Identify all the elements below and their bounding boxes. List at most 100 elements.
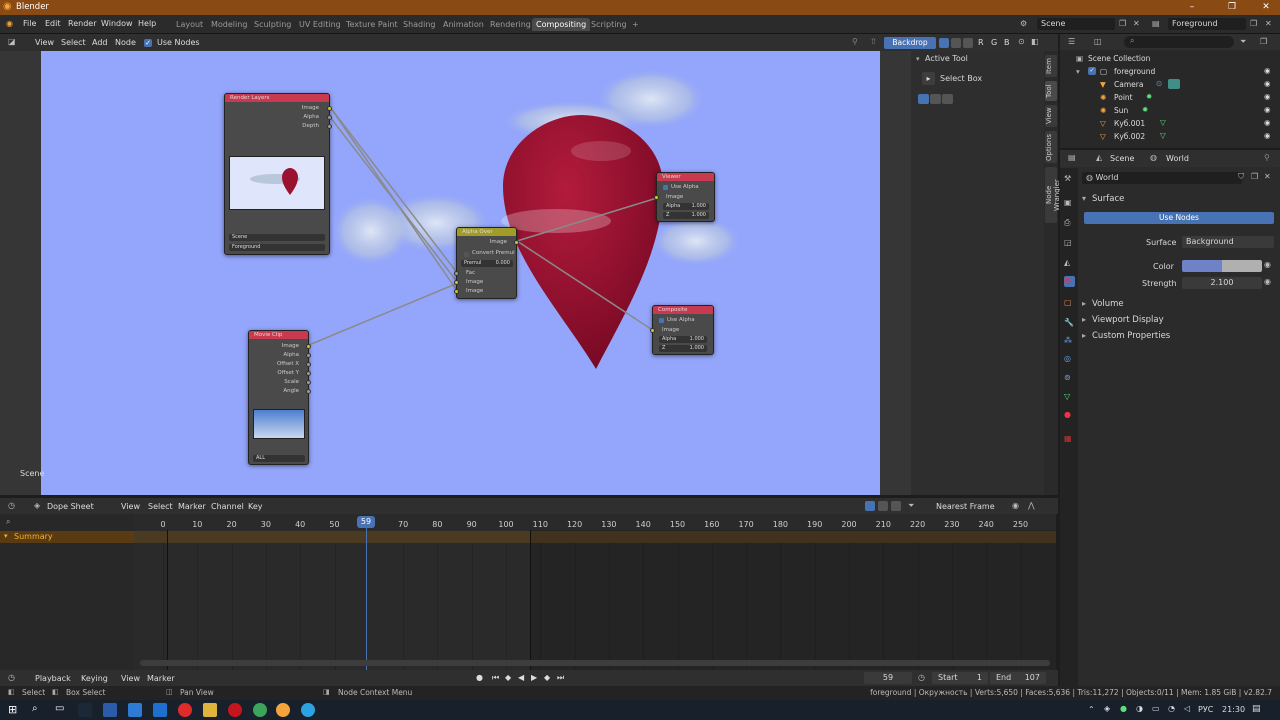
show-hidden-icon[interactable] [878,501,888,511]
input-image-1-socket[interactable] [454,280,459,285]
pin-icon[interactable]: ⚲ [852,37,858,46]
output-tab-icon[interactable]: ⎙ [1064,218,1075,229]
tab-animation[interactable]: Animation [439,18,488,31]
visibility-eye-icon[interactable]: ◉ [1264,66,1271,75]
viewer-alpha-field[interactable]: Alpha 1.000 [663,203,709,210]
constraints-tab-icon[interactable]: ⊚ [1064,373,1075,384]
viewer-input-image-socket[interactable] [654,195,659,200]
add-workspace-button[interactable]: + [628,18,643,31]
editor-type-icon[interactable]: ◪ [8,37,16,46]
surface-shader-selector[interactable]: Background [1182,236,1274,248]
viewer-node[interactable]: Viewer Use Alpha Image Alpha 1.000 Z 1.0… [654,172,715,222]
viewer-z-field[interactable]: Z 1.000 [663,212,709,219]
timeline-menu-playback[interactable]: Playback [35,674,71,683]
input-fac-socket[interactable] [454,271,459,276]
channel-search-icon[interactable]: ⌕ [6,517,10,527]
surface-section-header[interactable]: Surface [1092,194,1124,204]
scene-selector[interactable]: Scene [1037,18,1115,30]
store-icon[interactable] [128,703,142,717]
mail-icon[interactable] [153,703,167,717]
scene-tab-icon[interactable]: ◭ [1064,258,1075,269]
playhead-line[interactable] [366,521,367,670]
exclude-checkbox[interactable]: ✓ [1088,67,1096,75]
expand-arrow-icon[interactable]: ▸ [1082,331,1086,340]
visibility-eye-icon[interactable]: ◉ [1264,131,1271,140]
input-image-2-socket[interactable] [454,289,459,294]
outliner-row-cube002[interactable]: ▽ Куб.002 ▽ ◉ [1060,130,1280,143]
pin-icon[interactable]: ⚲ [1264,153,1270,162]
tray-app-icon[interactable]: ◑ [1136,704,1143,713]
backdrop-color-icon[interactable] [939,38,949,48]
tab-item[interactable]: Item [1045,55,1057,77]
chrome-icon[interactable] [253,703,267,717]
delete-scene-icon[interactable]: ✕ [1133,19,1140,28]
filter-icon[interactable]: ⏷ [908,501,914,511]
current-frame-field[interactable]: 59 [864,672,912,684]
next-keyframe-icon[interactable]: ◆ [544,673,550,682]
select-mode-extend-icon[interactable] [930,94,941,104]
dope-sheet-timeline[interactable]: 0 10 20 30 40 50 70 80 90 100 110 120 130 140 150 160 17… [134,514,1056,670]
collapse-arrow-icon[interactable]: ▾ [916,55,920,63]
output-alpha-socket[interactable] [306,353,311,358]
tab-scripting[interactable]: Scripting [587,18,631,31]
tab-compositing[interactable]: Compositing [532,18,591,31]
tray-app-icon[interactable]: ◈ [1104,704,1110,713]
collapse-arrow-icon[interactable]: ▾ [4,532,8,540]
channel-g-button[interactable]: G [991,38,997,47]
end-frame-field[interactable]: End 107 [990,672,1046,684]
new-scene-icon[interactable]: ❐ [1119,19,1126,28]
dope-menu-channel[interactable]: Channel [211,502,244,511]
tab-options[interactable]: Options [1045,131,1057,163]
blender-menu-icon[interactable]: ◉ [6,19,13,28]
outliner-search-input[interactable]: ⌕ [1124,36,1234,48]
composite-use-alpha-checkbox[interactable] [659,318,664,323]
app-icon[interactable] [103,703,117,717]
compositor-backdrop[interactable]: Render Layers Image Alpha Depth Scene Fo… [41,51,880,495]
output-image-socket[interactable] [327,106,332,111]
output-alpha-socket[interactable] [327,115,332,120]
outliner-row-camera[interactable]: ▼ Camera ⊙ ◉ [1060,78,1280,91]
unlink-world-icon[interactable]: ✕ [1264,172,1271,181]
network-icon[interactable]: ◔ [1168,704,1175,713]
particles-tab-icon[interactable]: ⁂ [1064,336,1075,347]
telegram-icon[interactable] [301,703,315,717]
volume-icon[interactable]: ◁ [1184,704,1190,713]
tab-view[interactable]: View [1045,105,1057,127]
visibility-eye-icon[interactable]: ◉ [1264,105,1271,114]
collapse-arrow-icon[interactable]: ▾ [1082,194,1086,203]
view-layer-tab-icon[interactable]: ◲ [1064,238,1075,249]
dope-mode-selector[interactable]: Dope Sheet [47,502,94,511]
tab-node-wrangler[interactable]: Node Wrangler [1045,167,1061,223]
socket-link-icon[interactable]: ◉ [1264,277,1271,286]
close-button[interactable]: ✕ [1256,2,1276,12]
composite-input-image-socket[interactable] [650,328,655,333]
snap-mode-selector[interactable]: Nearest Frame [936,502,995,511]
world-selector[interactable]: ◍ World [1082,172,1242,184]
clip-selector[interactable]: ALL [253,455,305,462]
menu-file[interactable]: File [23,19,36,28]
alpha-over-node[interactable]: Alpha Over Image Convert Premul Premul 0… [454,227,519,299]
channel-b-button[interactable]: B [1004,38,1010,47]
windows-start-icon[interactable]: ⊞ [8,703,17,716]
expand-arrow-icon[interactable]: ▸ [1082,299,1086,308]
custom-properties-section-header[interactable]: Custom Properties [1092,331,1170,341]
overlay-icon[interactable]: ◧ [1031,37,1039,46]
opera-icon[interactable] [228,703,242,717]
only-errors-icon[interactable] [891,501,901,511]
timeline-menu-marker[interactable]: Marker [147,674,175,683]
falloff-icon[interactable]: ⋀ [1028,501,1035,510]
viewer-use-alpha-checkbox[interactable] [663,185,668,190]
menu-window[interactable]: Window [101,19,133,28]
strength-field[interactable]: 2.100 [1182,277,1262,289]
convert-premul-checkbox[interactable] [464,252,469,257]
output-offset-x-socket[interactable] [306,362,311,367]
use-nodes-checkbox[interactable]: ✓ [144,39,152,47]
composite-header[interactable]: Composite [653,306,713,314]
play-icon[interactable]: ▶ [531,673,537,682]
color-swatch[interactable] [1182,260,1262,272]
output-image-socket[interactable] [514,240,519,245]
jump-end-icon[interactable]: ⏭ [557,673,564,683]
outliner-row-point[interactable]: ✺ Point ✹ ◉ [1060,91,1280,104]
new-world-icon[interactable]: ❐ [1251,172,1258,181]
parent-node-tree-icon[interactable]: ⇧ [870,37,877,46]
